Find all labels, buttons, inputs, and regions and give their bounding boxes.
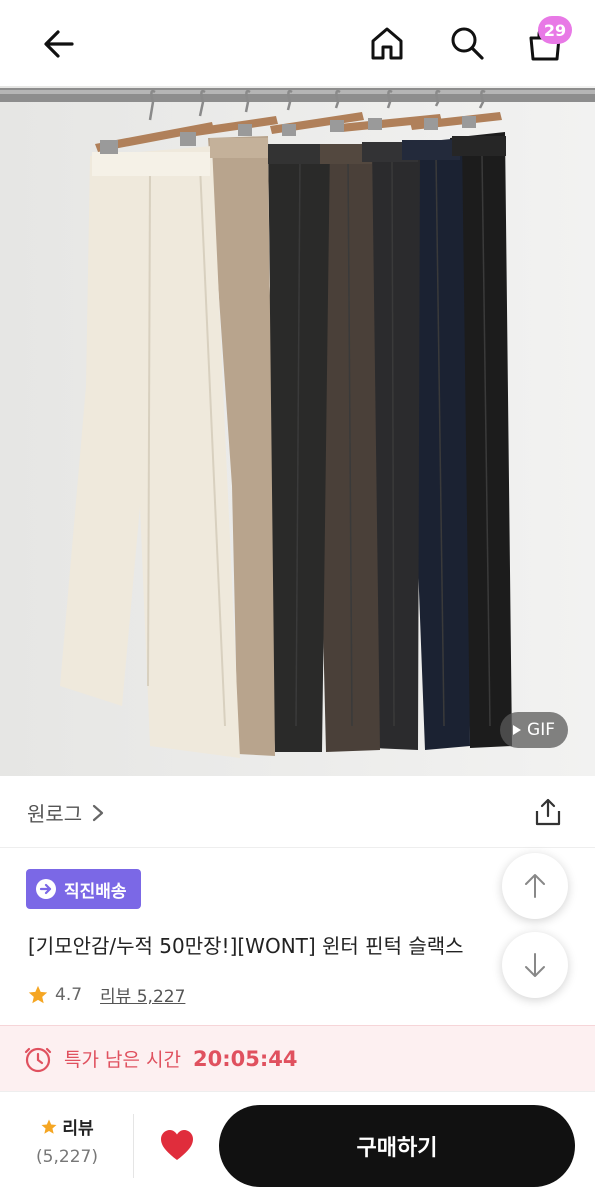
top-navigation-bar: 29: [0, 0, 595, 86]
brand-row: 원로그: [0, 776, 595, 848]
search-icon: [451, 27, 484, 60]
product-title: [기모안감/누적 50만장!][WONT] 윈터 핀턱 슬랙스: [28, 934, 464, 958]
gif-label: GIF: [527, 720, 555, 740]
review-summary-button[interactable]: 리뷰 (5,227): [28, 1114, 106, 1167]
star-icon: [28, 985, 48, 1003]
wishlist-button[interactable]: [156, 1124, 198, 1166]
back-button[interactable]: [36, 22, 82, 66]
brand-link[interactable]: 원로그: [27, 798, 104, 827]
home-icon: [371, 27, 403, 60]
scroll-down-button[interactable]: [502, 932, 568, 998]
star-icon: [41, 1119, 57, 1134]
chevron-right-icon: [93, 804, 104, 821]
arrow-left-icon: [44, 30, 74, 58]
heart-icon: [161, 1130, 193, 1160]
cart-count-badge: 29: [538, 16, 572, 44]
arrow-down-icon: [525, 953, 545, 977]
review-count-link[interactable]: 리뷰 5,227: [100, 982, 185, 1007]
shipping-arrow-icon: [36, 879, 56, 899]
direct-shipping-badge: 직진배송: [26, 869, 141, 909]
review-summary-label: 리뷰: [62, 1119, 94, 1139]
sale-timer-bar: 특가 남은 시간 20:05:44: [0, 1025, 595, 1091]
share-icon: [535, 798, 561, 826]
buy-button[interactable]: 구매하기: [219, 1105, 575, 1187]
brand-name: 원로그: [27, 802, 83, 826]
home-button[interactable]: [364, 20, 410, 66]
divider: [133, 1114, 134, 1178]
play-icon: [513, 725, 522, 735]
product-image[interactable]: [0, 86, 595, 776]
search-button[interactable]: [444, 20, 490, 66]
clock-icon: [24, 1047, 52, 1072]
shipping-badge-label: 직진배송: [64, 881, 127, 902]
bottom-action-bar: 리뷰 (5,227) 구매하기: [0, 1091, 595, 1200]
review-summary-title: 리뷰: [28, 1114, 106, 1139]
scroll-up-button[interactable]: [502, 853, 568, 919]
gif-badge[interactable]: GIF: [500, 712, 568, 748]
arrow-up-icon: [525, 874, 545, 898]
product-photo-illustration: [0, 86, 595, 776]
sale-timer-value: 20:05:44: [192, 1046, 298, 1071]
rating-row: 4.7 리뷰 5,227: [27, 982, 185, 1007]
review-summary-count: (5,227): [36, 1147, 98, 1167]
share-button[interactable]: [530, 794, 566, 830]
sale-timer-label: 특가 남은 시간: [64, 1049, 181, 1071]
rating-value: 4.7: [55, 984, 83, 1005]
